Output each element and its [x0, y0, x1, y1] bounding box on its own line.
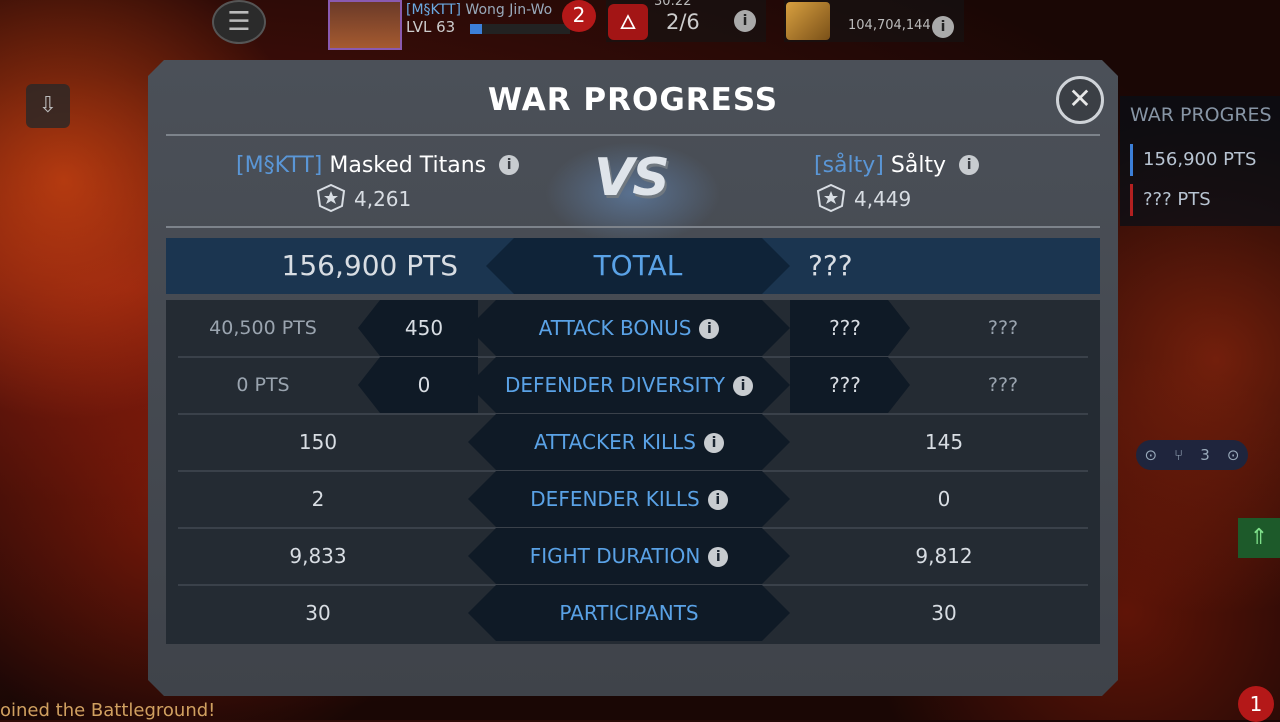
stat-row-fight-duration: 9,833 FIGHT DURATION i 9,812: [178, 528, 1088, 586]
close-button[interactable]: ✕: [1056, 76, 1104, 124]
right-team-tag: [sålty]: [814, 153, 884, 178]
right-bonus-value: ???: [829, 373, 861, 397]
menu-button[interactable]: ☰: [212, 0, 266, 44]
gold-info-icon[interactable]: i: [932, 16, 954, 38]
stat-label-text: DEFENDER DIVERSITY: [505, 373, 725, 397]
side-war-panel[interactable]: WAR PROGRES 156,900 PTS ??? PTS: [1120, 96, 1280, 226]
map-icon: ⇩: [38, 93, 58, 118]
left-team-tag: [M§KTT]: [236, 153, 323, 178]
right-stat-value: 9,812: [915, 544, 973, 568]
xp-bar-fill: [470, 24, 482, 34]
right-bonus-value: ???: [829, 316, 861, 340]
side-title: WAR PROGRES: [1130, 104, 1272, 126]
total-right-value: ???: [808, 249, 853, 282]
right-stat-value: 145: [924, 430, 964, 454]
path-icon: ⑂: [1174, 446, 1184, 464]
energy-value: 2/6: [666, 10, 700, 34]
left-team-name: Masked Titans: [329, 153, 487, 178]
total-row: 156,900 PTS TOTAL ???: [166, 238, 1100, 294]
left-team-rating: 4,261: [316, 184, 411, 212]
stat-label: DEFENDER DIVERSITY i: [468, 357, 790, 413]
left-bonus-points: 0 PTS: [236, 374, 290, 396]
rating-star-icon: [316, 184, 346, 212]
map-toggle-button[interactable]: ⇩: [26, 84, 70, 128]
stat-row-participants: 30 PARTICIPANTS 30: [178, 585, 1088, 641]
stat-label-text: DEFENDER KILLS: [530, 487, 700, 511]
left-team: [M§KTT] Masked Titans i: [236, 153, 520, 178]
info-icon[interactable]: i: [707, 490, 728, 510]
boost-button[interactable]: ⇑: [1238, 518, 1280, 558]
right-team-rating: 4,449: [816, 184, 911, 212]
war-progress-modal: WAR PROGRESS ✕ [M§KTT] Masked Titans i 4…: [148, 60, 1118, 696]
stat-label-text: ATTACKER KILLS: [534, 430, 696, 454]
rating-star-icon: [816, 184, 846, 212]
stat-label: ATTACKER KILLS i: [468, 414, 790, 470]
left-stat-value: 150: [298, 430, 338, 454]
gold-value: 104,704,144: [848, 18, 931, 33]
stat-label: ATTACK BONUS i: [468, 300, 790, 356]
right-stat-value: 0: [937, 487, 951, 511]
stat-label-text: ATTACK BONUS: [538, 316, 692, 340]
left-bonus-value: 0: [417, 373, 431, 397]
total-left-value: 156,900 PTS: [281, 249, 458, 282]
node-end-icon: ⊙: [1226, 446, 1240, 464]
stat-row-attack-bonus: 40,500 PTS 450 ATTACK BONUS i ??? ???: [178, 300, 1088, 358]
energy-icon: 🜂: [608, 4, 648, 40]
stat-label: DEFENDER KILLS i: [468, 471, 790, 527]
energy-panel: 🜂 30:22 2/6 i: [606, 0, 766, 42]
top-hud: ☰ [M§KTT] Wong Jin-Wo LVL 63 2 🜂 30:22 2…: [0, 0, 1280, 50]
node-icon: ⊙: [1144, 446, 1158, 464]
left-bonus-value: 450: [404, 316, 444, 340]
total-label: TOTAL: [593, 249, 683, 282]
stat-label: FIGHT DURATION i: [468, 528, 790, 584]
arrow-up-icon: ⇑: [1249, 525, 1269, 550]
stat-row-attacker-kills: 150 ATTACKER KILLS i 145: [178, 414, 1088, 472]
right-rating-value: 4,449: [854, 187, 912, 211]
player-avatar[interactable]: [328, 0, 402, 50]
player-name: Wong Jin-Wo: [465, 2, 553, 18]
xp-bar: [470, 24, 570, 34]
path-count: 3: [1200, 446, 1210, 464]
vs-emblem: VS: [594, 148, 670, 208]
close-icon: ✕: [1068, 82, 1092, 115]
ticker-badge[interactable]: 1: [1238, 686, 1274, 722]
side-their-points: ??? PTS: [1130, 184, 1211, 216]
left-bonus-points: 40,500 PTS: [209, 317, 317, 339]
event-ticker: oined the Battleground!: [0, 700, 216, 721]
energy-info-icon[interactable]: i: [734, 10, 756, 32]
stat-row-defender-diversity: 0 PTS 0 DEFENDER DIVERSITY i ??? ???: [178, 357, 1088, 415]
left-rating-value: 4,261: [354, 187, 412, 211]
right-team-name: Sålty: [890, 153, 947, 178]
right-team-info-icon[interactable]: i: [959, 155, 980, 175]
modal-title: WAR PROGRESS: [487, 82, 779, 118]
stat-row-defender-kills: 2 DEFENDER KILLS i 0: [178, 471, 1088, 529]
info-icon[interactable]: i: [708, 547, 729, 567]
left-team-info-icon[interactable]: i: [499, 155, 520, 175]
divider-top: [166, 134, 1100, 136]
right-stat-value: 30: [931, 601, 957, 625]
left-stat-value: 2: [311, 487, 325, 511]
player-tag: [M§KTT]: [406, 2, 461, 18]
player-level: LVL 63: [406, 18, 456, 36]
stat-label-text: FIGHT DURATION: [529, 544, 701, 568]
hamburger-icon: ☰: [227, 7, 251, 37]
left-stat-value: 30: [305, 601, 331, 625]
right-team: [sålty] Sålty i: [814, 153, 980, 178]
right-bonus-points: ???: [987, 317, 1019, 339]
notification-badge[interactable]: 2: [562, 0, 596, 32]
info-icon[interactable]: i: [732, 376, 753, 396]
stat-label-text: PARTICIPANTS: [559, 601, 699, 625]
energy-timer: 30:22: [654, 0, 692, 9]
gold-icon: [786, 2, 830, 40]
gold-panel: 104,704,144 i: [784, 0, 964, 42]
divider-mid: [166, 226, 1100, 228]
path-indicator[interactable]: ⊙ ⑂ 3 ⊙: [1136, 440, 1248, 470]
left-stat-value: 9,833: [289, 544, 347, 568]
info-icon[interactable]: i: [703, 433, 724, 453]
right-bonus-points: ???: [987, 374, 1019, 396]
info-icon[interactable]: i: [699, 319, 720, 339]
stat-label: PARTICIPANTS: [468, 585, 790, 641]
side-our-points: 156,900 PTS: [1130, 144, 1256, 176]
